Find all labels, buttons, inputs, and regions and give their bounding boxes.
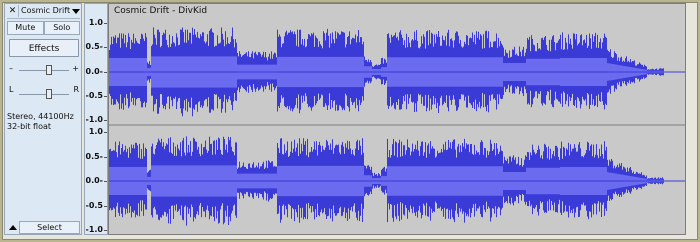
ruler-tick-mark xyxy=(104,95,107,97)
ruler-tick-mark xyxy=(104,205,107,207)
gain-minus-label: – xyxy=(9,64,13,73)
ruler-tick-label: 0.5- xyxy=(85,151,104,161)
effects-button[interactable]: Effects xyxy=(9,39,79,57)
pan-slider[interactable]: L R xyxy=(9,85,79,99)
gain-plus-label: + xyxy=(72,64,79,73)
collapse-track-icon[interactable] xyxy=(7,221,19,234)
waveform-display[interactable]: Cosmic Drift - DivKid xyxy=(108,3,686,235)
chevron-down-icon[interactable] xyxy=(71,5,80,17)
waveform-canvas[interactable] xyxy=(109,4,686,235)
ruler-tick-mark xyxy=(104,47,107,49)
format-bitdepth-text: 32-bit float xyxy=(7,122,52,131)
ruler-tick-mark xyxy=(104,156,107,158)
mute-button[interactable]: Mute xyxy=(7,21,44,35)
pan-left-label: L xyxy=(9,85,14,94)
solo-button[interactable]: Solo xyxy=(43,21,80,35)
amplitude-ruler[interactable]: 1.0 0.5- 0.0- -0.5 -1.0 1.0 0.5- 0.0- -0.5 -1.0 xyxy=(84,3,108,235)
ruler-tick-mark xyxy=(104,230,107,231)
ruler-tick-mark xyxy=(104,181,107,182)
track-format-info: Stereo, 44100Hz 32-bit float xyxy=(7,112,74,132)
pan-slider-track xyxy=(19,94,69,95)
close-track-button[interactable]: ✕ xyxy=(7,5,19,17)
track-name-menu[interactable]: Cosmic Drift xyxy=(19,5,71,18)
mute-solo-group: Mute Solo xyxy=(7,21,80,35)
ruler-tick-mark xyxy=(104,120,107,121)
right-gutter xyxy=(686,3,696,235)
ruler-tick-label: 0.0- xyxy=(85,176,104,185)
pan-right-label: R xyxy=(73,85,79,94)
track-title-bar: ✕ Cosmic Drift xyxy=(7,5,80,19)
pan-slider-thumb[interactable] xyxy=(46,89,52,99)
ruler-tick-label: -0.5 xyxy=(85,200,104,210)
clip-title[interactable]: Cosmic Drift - DivKid xyxy=(114,6,207,16)
ruler-tick-label: -1.0 xyxy=(85,225,104,234)
ruler-tick-label: 0.5- xyxy=(85,42,104,52)
right-channel-waveform xyxy=(109,136,685,226)
track-bottom-bar: Select xyxy=(7,221,80,234)
ruler-tick-mark xyxy=(104,132,107,133)
ruler-tick-label: 0.0- xyxy=(85,66,104,76)
gain-slider-track xyxy=(19,70,69,71)
gain-slider-thumb[interactable] xyxy=(46,65,52,75)
ruler-tick-mark xyxy=(104,23,107,24)
ruler-tick-label: -0.5 xyxy=(85,90,104,100)
ruler-tick-label: -1.0 xyxy=(85,115,104,124)
ruler-tick-label: 1.0 xyxy=(88,127,103,136)
select-button[interactable]: Select xyxy=(19,221,80,234)
ruler-tick-mark xyxy=(104,71,107,73)
format-rate-text: Stereo, 44100Hz xyxy=(7,112,74,121)
gain-slider[interactable]: – + xyxy=(9,64,79,75)
track-control-panel: ✕ Cosmic Drift Mute Solo Effects – + L R… xyxy=(4,3,82,235)
ruler-tick-label: 1.0 xyxy=(88,18,103,27)
left-channel-waveform xyxy=(109,27,685,117)
